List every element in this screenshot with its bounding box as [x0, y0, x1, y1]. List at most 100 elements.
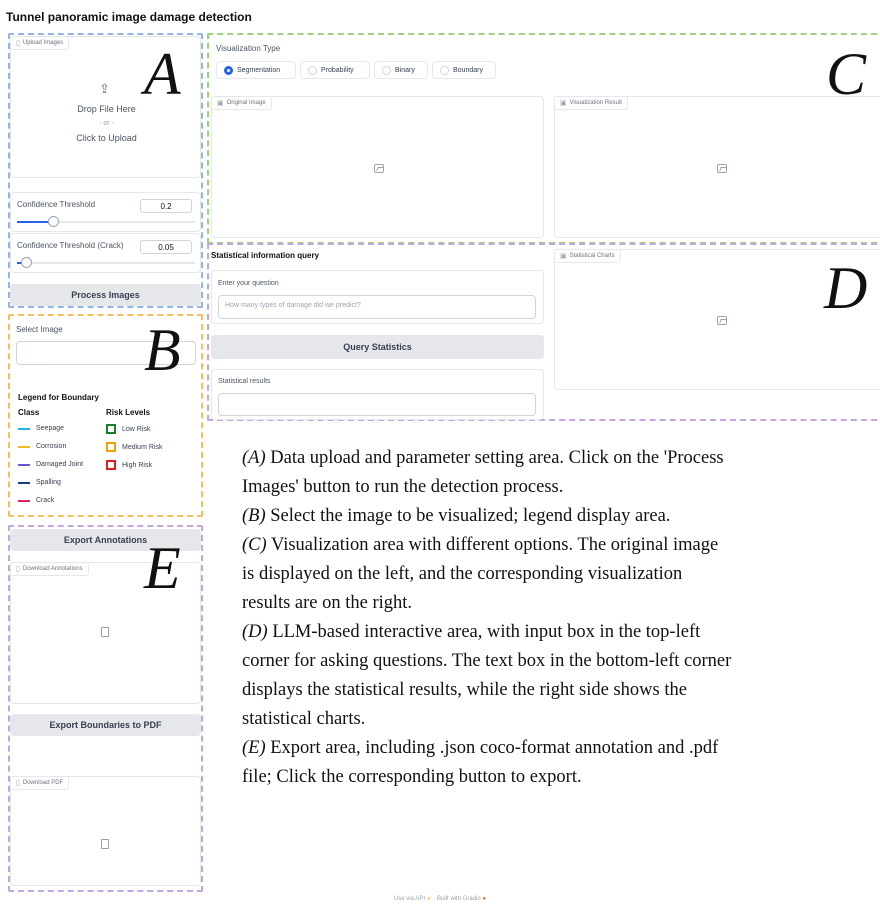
legend-line-swatch	[18, 499, 30, 502]
description-line: (E) Export area, including .json coco-fo…	[242, 738, 719, 758]
visualization-option-segmentation[interactable]: Segmentation	[216, 61, 296, 79]
legend-class-label: Seepage	[36, 425, 65, 432]
image-icon: ▣	[560, 253, 567, 260]
visualization-option-label: Boundary	[453, 66, 483, 74]
legend-box-swatch	[106, 424, 116, 434]
description-line: corner for asking questions. The text bo…	[242, 651, 732, 671]
legend-risk-header: Risk Levels	[106, 408, 151, 417]
confidence-crack-panel: Confidence Threshold (Crack) 0.05	[10, 233, 201, 273]
question-input[interactable]: How many types of damage did we predict?	[218, 295, 536, 319]
radio-dot	[440, 65, 449, 75]
letter-c: C	[826, 41, 867, 107]
confidence-label: Confidence Threshold	[17, 200, 96, 209]
description-line: Images' button to run the detection proc…	[242, 477, 564, 497]
visualization-option-label: Segmentation	[237, 66, 281, 74]
legend-line-swatch	[18, 445, 30, 448]
download-pdf-box[interactable]: ▯ Download PDF	[10, 776, 201, 886]
visualization-option-binary[interactable]: Binary	[374, 61, 428, 79]
confidence-crack-slider-thumb[interactable]	[21, 257, 32, 268]
letter-d: D	[824, 255, 868, 321]
description-line: results are on the right.	[242, 593, 413, 613]
legend-risk-item: High Risk	[106, 460, 152, 470]
description-key: (C)	[242, 535, 267, 555]
description-line: statistical charts.	[242, 709, 366, 729]
description-key: (E)	[242, 738, 266, 758]
description-line: (D) LLM-based interactive area, with inp…	[242, 622, 701, 642]
image-placeholder-icon	[717, 316, 727, 325]
export-pdf-button[interactable]: Export Boundaries to PDF	[10, 714, 201, 736]
visualization-option-probability[interactable]: Probability	[300, 61, 370, 79]
visualization-type-label: Visualization Type	[216, 44, 281, 53]
confidence-crack-input[interactable]: 0.05	[140, 240, 192, 254]
legend-risk-label: Low Risk	[122, 425, 151, 433]
confidence-crack-label: Confidence Threshold (Crack)	[17, 241, 124, 250]
description-line: is displayed on the left, and the corres…	[242, 564, 683, 584]
visualization-option-boundary[interactable]: Boundary	[432, 61, 496, 79]
letter-a: A	[144, 41, 181, 107]
download-pdf-tag: ▯ Download PDF	[10, 776, 70, 790]
or-text: - or -	[99, 120, 114, 127]
legend-title: Legend for Boundary	[18, 393, 99, 402]
legend-class-label: Crack	[36, 497, 55, 504]
visualization-result-tag: ▣ Visualization Result	[554, 96, 628, 110]
results-output[interactable]	[218, 393, 536, 416]
legend-class-label: Corrosion	[36, 443, 67, 450]
visualization-option-label: Probability	[321, 66, 354, 74]
page-title: Tunnel panoramic image damage detection	[6, 10, 252, 24]
download-annotations-label: Download Annotations	[22, 566, 83, 572]
confidence-input[interactable]: 0.2	[140, 199, 192, 213]
gradio-logo-icon: ●	[482, 896, 487, 902]
image-placeholder-icon	[717, 164, 727, 173]
file-icon	[101, 627, 109, 637]
select-image-label: Select Image	[16, 325, 63, 334]
description-line: file; Click the corresponding button to …	[242, 767, 582, 787]
upload-tag: ▯ Upload Images	[10, 36, 70, 50]
description-line: (B) Select the image to be visualized; l…	[242, 506, 671, 526]
footer-separator: ·	[433, 896, 436, 902]
radio-dot	[308, 65, 317, 75]
legend-line-swatch	[18, 481, 30, 484]
process-images-button[interactable]: Process Images	[10, 284, 201, 306]
download-annotations-tag: ▯ Download Annotations	[10, 562, 89, 576]
original-image-tag: ▣ Original Image	[211, 96, 272, 110]
legend-class-item: Corrosion	[18, 443, 66, 450]
file-icon	[101, 839, 109, 849]
original-image-box: ▣ Original Image	[211, 96, 544, 238]
image-icon: ▣	[560, 100, 567, 107]
legend-risk-label: Medium Risk	[122, 443, 163, 451]
use-via-api-link[interactable]: Use via API	[394, 896, 425, 902]
visualization-result-label: Visualization Result	[569, 100, 622, 106]
legend-class-item: Damaged Joint	[18, 461, 83, 468]
radio-dot	[382, 65, 391, 75]
legend-class-label: Damaged Joint	[36, 461, 84, 468]
upload-icon: ⇪	[99, 81, 110, 96]
legend-risk-item: Medium Risk	[106, 442, 162, 452]
image-placeholder-icon	[374, 164, 384, 173]
image-icon: ▣	[217, 100, 224, 107]
footer: Use via API ➶ · Built with Gradio ●	[0, 895, 880, 902]
legend-class-label: Spalling	[36, 479, 61, 486]
description-line: displays the statistical results, while …	[242, 680, 687, 700]
built-with-gradio-link[interactable]: Built with Gradio	[437, 896, 481, 902]
click-text: Click to Upload	[76, 133, 137, 143]
legend-box-swatch	[106, 460, 116, 470]
download-pdf-label: Download PDF	[22, 780, 64, 786]
description-key: (B)	[242, 506, 266, 526]
query-statistics-button[interactable]: Query Statistics	[211, 335, 544, 359]
legend-class-header: Class	[18, 408, 40, 417]
legend-risk-item: Low Risk	[106, 424, 150, 434]
statistical-charts-label: Statistical Charts	[569, 253, 615, 259]
description-key: (A)	[242, 448, 266, 468]
file-icon: ▯	[16, 780, 20, 787]
statistical-charts-tag: ▣ Statistical Charts	[554, 249, 621, 263]
description-key: (D)	[242, 622, 268, 642]
results-panel: Statistical results	[211, 369, 544, 420]
original-image-label: Original Image	[226, 100, 266, 106]
legend-class-item: Crack	[18, 497, 54, 504]
description-line: (C) Visualization area with different op…	[242, 535, 719, 555]
confidence-crack-track[interactable]	[17, 262, 195, 264]
legend-class-item: Spalling	[18, 479, 61, 486]
confidence-slider-thumb[interactable]	[48, 216, 59, 227]
legend-line-swatch	[18, 463, 30, 466]
visualization-result-box: ▣ Visualization Result	[554, 96, 880, 238]
